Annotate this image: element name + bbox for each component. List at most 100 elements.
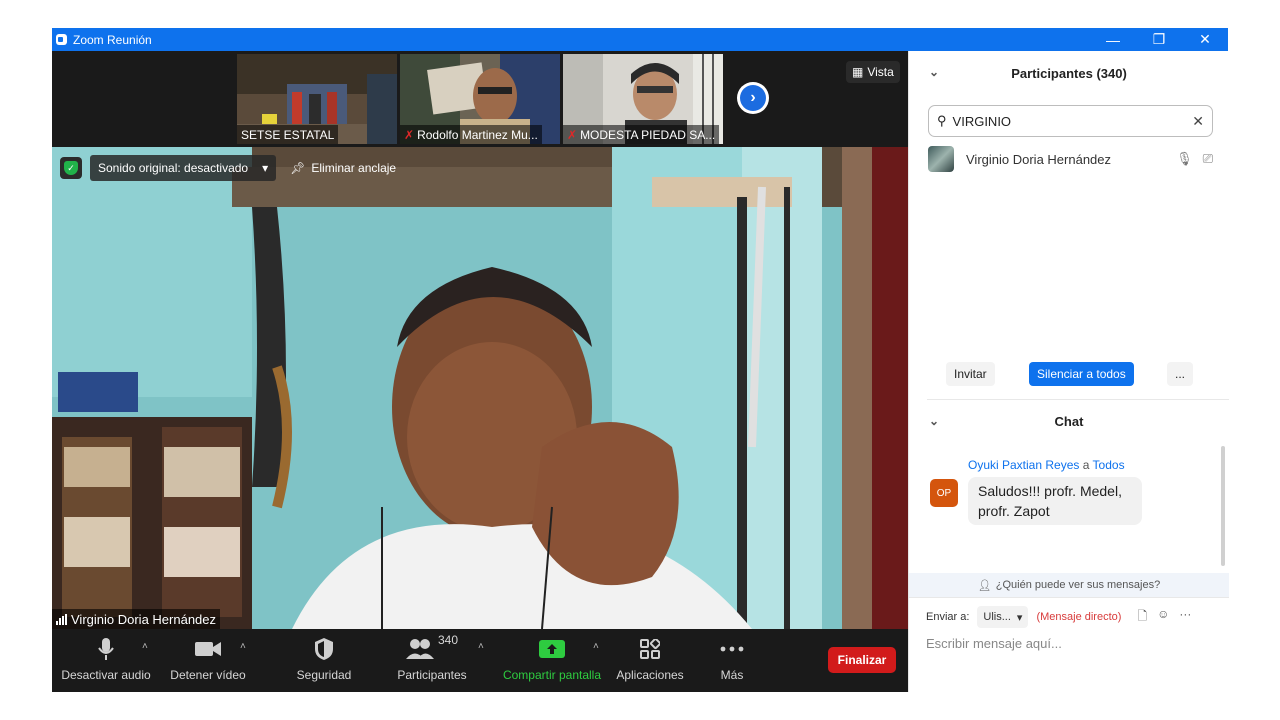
video-options-chevron-icon[interactable]: ˄ bbox=[240, 641, 246, 652]
chat-connector: a bbox=[1082, 458, 1090, 472]
video-camera-icon: ⎚ bbox=[1202, 151, 1213, 166]
who-can-see-link[interactable]: 👤︎ ¿Quién puede ver sus mensajes? bbox=[909, 573, 1229, 597]
muted-mic-icon: ✗ bbox=[404, 127, 415, 142]
main-video[interactable]: ✓ Sonido original: desactivado ▾ 📌︎ Elim… bbox=[52, 147, 908, 629]
microphone-icon bbox=[96, 633, 116, 665]
meeting-toolbar: Desactivar audio ˄ Detener vídeo ˄ Segur… bbox=[52, 629, 908, 692]
security-button[interactable]: Seguridad bbox=[288, 629, 360, 692]
participants-title: Participantes (340) bbox=[1011, 65, 1127, 81]
view-button-label: Vista bbox=[867, 65, 894, 79]
emoji-icon[interactable]: ☺ bbox=[1157, 607, 1169, 628]
unpin-button[interactable]: 📌︎ Eliminar anclaje bbox=[284, 155, 402, 181]
more-dots-icon[interactable]: ··· bbox=[1179, 607, 1191, 628]
close-button[interactable]: ✕ bbox=[1182, 28, 1228, 51]
chat-message: Saludos!!! profr. Medel, profr. Zapot bbox=[968, 477, 1142, 525]
window-controls: — ❐ ✕ bbox=[1090, 28, 1228, 51]
muted-mic-icon: ✗ bbox=[567, 127, 578, 142]
apps-label: Aplicaciones bbox=[616, 668, 684, 682]
chevron-down-icon: ▾ bbox=[1016, 611, 1023, 624]
more-dots-icon bbox=[720, 633, 744, 665]
participants-label: Participantes bbox=[397, 668, 467, 682]
mute-audio-button[interactable]: Desactivar audio bbox=[61, 629, 151, 692]
microphone-icon: 🎙︎ bbox=[1176, 151, 1193, 166]
chevron-down-icon: ▾ bbox=[262, 161, 269, 175]
participants-header: ⌄ Participantes (340) bbox=[909, 51, 1229, 95]
restore-button[interactable]: ❐ bbox=[1136, 28, 1182, 51]
thumbnail-name-label: SETSE ESTATAL bbox=[237, 125, 339, 144]
send-to-label: Enviar a: bbox=[926, 611, 970, 623]
thumbnail-video[interactable]: SETSE ESTATAL bbox=[237, 54, 397, 144]
chat-title: Chat bbox=[1054, 413, 1084, 429]
security-shield-icon[interactable]: ✓ bbox=[60, 157, 82, 179]
thumbnail-video[interactable]: ✗ MODESTA PIEDAD SA... bbox=[563, 54, 723, 144]
thumbnail-strip: SETSE ESTATAL ✗ Rodolfo Martinez Mu... ✗… bbox=[52, 51, 908, 147]
collapse-participants-chevron-icon[interactable]: ⌄ bbox=[929, 65, 939, 79]
participants-button[interactable]: 340 Participantes bbox=[392, 629, 472, 692]
search-icon: ⚲ bbox=[937, 113, 947, 128]
zoom-logo-icon bbox=[56, 34, 67, 45]
participants-options-chevron-icon[interactable]: ˄ bbox=[478, 641, 484, 652]
pin-icon: 📌︎ bbox=[290, 161, 306, 175]
participant-row[interactable]: Virginio Doria Hernández 🎙︎ ⎚ bbox=[928, 146, 1213, 172]
collapse-chat-chevron-icon[interactable]: ⌄ bbox=[929, 414, 939, 428]
video-area: SETSE ESTATAL ✗ Rodolfo Martinez Mu... ✗… bbox=[52, 51, 908, 692]
chevron-right-icon: › bbox=[740, 85, 766, 111]
invite-button[interactable]: Invitar bbox=[946, 362, 995, 386]
participants-icon: 340 bbox=[405, 633, 459, 665]
shield-icon bbox=[313, 633, 335, 665]
grid-icon: ▦ bbox=[852, 65, 864, 79]
video-top-overlay: ✓ Sonido original: desactivado ▾ 📌︎ Elim… bbox=[60, 155, 402, 181]
main-video-image bbox=[52, 147, 908, 629]
participant-search-input[interactable]: ⚲ VIRGINIO ✕ bbox=[928, 105, 1213, 137]
participants-more-button[interactable]: ... bbox=[1167, 362, 1194, 386]
clear-search-icon[interactable]: ✕ bbox=[1192, 113, 1204, 130]
zoom-window: Zoom Reunión — ❐ ✕ SETSE ESTATAL ✗ Rodol… bbox=[52, 28, 1229, 692]
share-screen-icon bbox=[539, 633, 565, 665]
video-camera-icon bbox=[194, 633, 222, 665]
chat-header: ⌄ Chat bbox=[909, 401, 1229, 441]
participant-search-value: VIRGINIO bbox=[952, 113, 1012, 129]
chat-sender[interactable]: Oyuki Paxtian Reyes bbox=[968, 458, 1079, 472]
share-screen-button[interactable]: Compartir pantalla bbox=[500, 629, 604, 692]
stop-video-button[interactable]: Detener vídeo bbox=[166, 629, 250, 692]
security-label: Seguridad bbox=[296, 668, 352, 682]
mute-all-button[interactable]: Silenciar a todos bbox=[1029, 362, 1134, 386]
file-icon[interactable]: 🗋 bbox=[1137, 607, 1147, 628]
audio-options-chevron-icon[interactable]: ˄ bbox=[142, 641, 148, 652]
chat-scrollbar[interactable] bbox=[1221, 446, 1225, 566]
participant-name: Virginio Doria Hernández bbox=[966, 151, 1112, 167]
apps-icon bbox=[640, 633, 660, 665]
signal-strength-icon bbox=[56, 613, 67, 625]
direct-message-label: (Mensaje directo) bbox=[1036, 611, 1122, 623]
thumbnail-video[interactable]: ✗ Rodolfo Martinez Mu... bbox=[400, 54, 560, 144]
view-button[interactable]: ▦ Vista bbox=[846, 61, 900, 83]
chat-message-input[interactable]: Escribir mensaje aquí... bbox=[926, 636, 1062, 651]
end-meeting-button[interactable]: Finalizar bbox=[828, 647, 896, 673]
thumbnail-name: Rodolfo Martinez Mu... bbox=[417, 127, 538, 142]
window-title: Zoom Reunión bbox=[73, 32, 152, 47]
minimize-button[interactable]: — bbox=[1090, 28, 1136, 51]
thumbnail-name: SETSE ESTATAL bbox=[241, 127, 335, 142]
participants-count: 340 bbox=[437, 633, 459, 647]
chat-tools: 🗋 ☺ ··· bbox=[1137, 607, 1191, 628]
thumbnail-name-label: ✗ Rodolfo Martinez Mu... bbox=[400, 125, 542, 144]
mute-audio-label: Desactivar audio bbox=[61, 668, 151, 682]
side-panel: ⌄ Participantes (340) ⚲ VIRGINIO ✕ Virgi… bbox=[908, 51, 1229, 692]
avatar bbox=[928, 146, 954, 172]
chat-message-header: Oyuki Paxtian Reyes a Todos bbox=[968, 458, 1125, 472]
title-bar: Zoom Reunión — ❐ ✕ bbox=[52, 28, 1228, 51]
share-options-chevron-icon[interactable]: ˄ bbox=[593, 641, 599, 652]
thumbnail-name-label: ✗ MODESTA PIEDAD SA... bbox=[563, 125, 720, 144]
more-button[interactable]: Más bbox=[712, 629, 752, 692]
recipient-select[interactable]: Ulis... ▾ bbox=[977, 606, 1029, 628]
apps-button[interactable]: Aplicaciones bbox=[612, 629, 688, 692]
original-sound-label: Sonido original: desactivado bbox=[98, 161, 249, 175]
speaker-name: Virginio Doria Hernández bbox=[71, 611, 217, 627]
original-sound-toggle[interactable]: Sonido original: desactivado ▾ bbox=[90, 155, 277, 181]
next-page-button[interactable]: › bbox=[737, 82, 769, 114]
recipient-value: Ulis... bbox=[983, 611, 1011, 623]
who-can-see-label: ¿Quién puede ver sus mensajes? bbox=[995, 579, 1161, 591]
share-screen-label: Compartir pantalla bbox=[502, 668, 602, 682]
participants-actions: Invitar Silenciar a todos ... bbox=[909, 362, 1229, 386]
chat-target[interactable]: Todos bbox=[1093, 458, 1125, 472]
